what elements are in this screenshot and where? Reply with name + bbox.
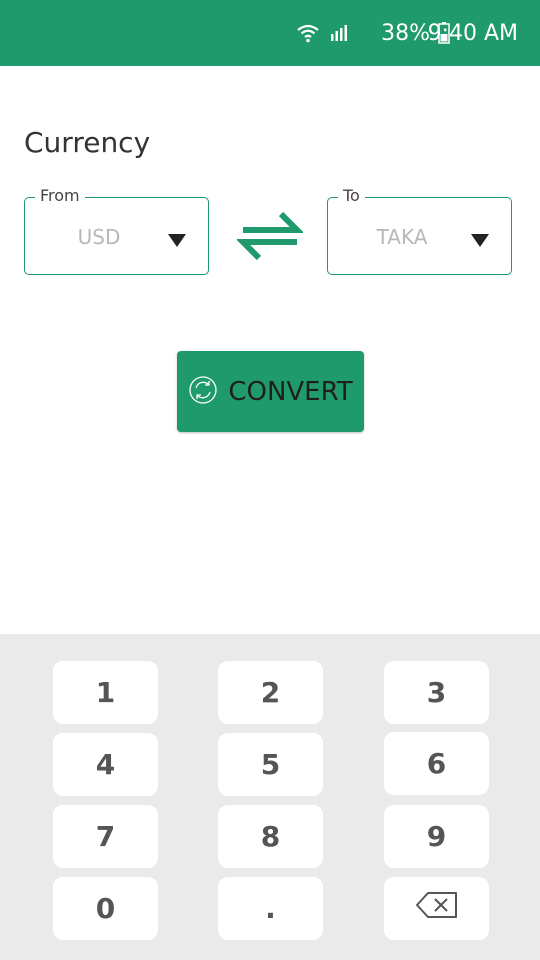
key-5[interactable]: 5 bbox=[218, 733, 323, 796]
from-label: From bbox=[35, 186, 85, 205]
key-9[interactable]: 9 bbox=[384, 805, 489, 868]
from-value: USD bbox=[77, 225, 121, 249]
dropdown-arrow-icon bbox=[471, 232, 489, 251]
convert-label: CONVERT bbox=[228, 376, 353, 407]
wifi-icon bbox=[296, 18, 320, 48]
key-decimal[interactable]: . bbox=[218, 877, 323, 940]
key-3[interactable]: 3 bbox=[384, 661, 489, 724]
key-1[interactable]: 1 bbox=[53, 661, 158, 724]
to-currency-select[interactable]: To TAKA bbox=[327, 186, 512, 275]
key-2[interactable]: 2 bbox=[218, 661, 323, 724]
key-8[interactable]: 8 bbox=[218, 805, 323, 868]
key-6[interactable]: 6 bbox=[384, 732, 489, 795]
to-label: To bbox=[338, 186, 365, 205]
swap-icon[interactable] bbox=[235, 208, 305, 264]
key-4[interactable]: 4 bbox=[53, 733, 158, 796]
to-value: TAKA bbox=[376, 225, 428, 249]
signal-icon bbox=[330, 18, 348, 48]
page-title: Currency bbox=[24, 126, 151, 159]
from-currency-select[interactable]: From USD bbox=[24, 186, 209, 275]
refresh-icon bbox=[188, 375, 218, 409]
key-0[interactable]: 0 bbox=[53, 877, 158, 940]
battery-percent: 38% bbox=[381, 20, 430, 46]
key-7[interactable]: 7 bbox=[53, 805, 158, 868]
status-bar: 38% 9:40 AM bbox=[0, 0, 540, 66]
key-backspace[interactable] bbox=[384, 877, 489, 940]
dropdown-arrow-icon bbox=[168, 232, 186, 251]
backspace-icon bbox=[415, 891, 458, 926]
numeric-keypad: 1 2 3 4 5 6 7 8 9 0 . bbox=[0, 634, 540, 960]
clock: 9:40 AM bbox=[427, 20, 518, 46]
convert-button[interactable]: CONVERT bbox=[177, 351, 364, 432]
